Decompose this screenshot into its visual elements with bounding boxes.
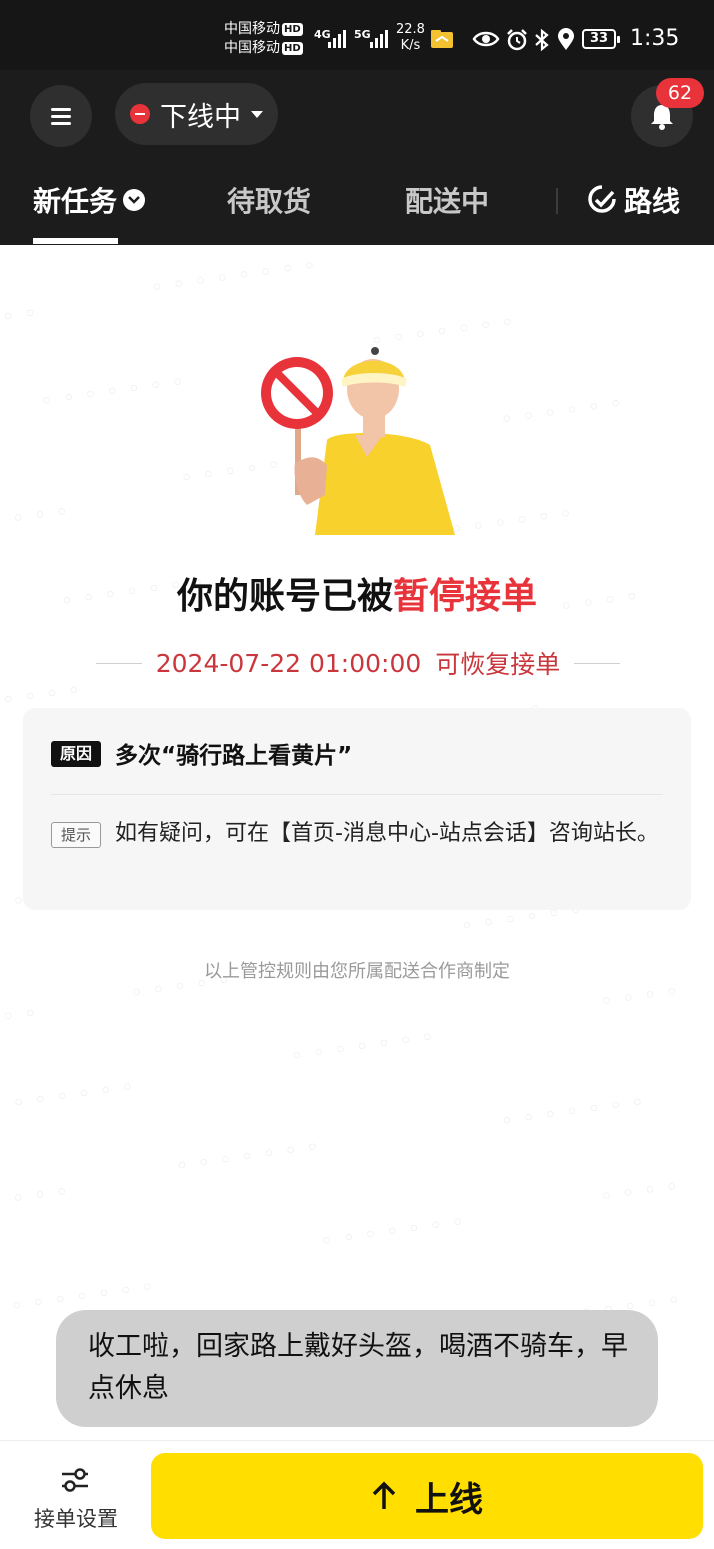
- watermark: ◦ ◦ ◦: [0, 1001, 40, 1034]
- order-settings-button[interactable]: 接单设置: [26, 1459, 126, 1539]
- divider: [574, 662, 621, 664]
- watermark: ◦ ◦ ◦ ◦ ◦ ◦: [498, 391, 625, 434]
- active-tab-indicator: [33, 238, 118, 244]
- bottom-action-bar: 接单设置 上线: [0, 1440, 714, 1549]
- watermark: ◦ ◦ ◦ ◦ ◦ ◦ ◦: [318, 1209, 467, 1256]
- hd-badge: HD: [282, 22, 303, 36]
- arrow-up-icon: [372, 1481, 396, 1509]
- chevron-down-icon: [123, 189, 146, 211]
- rules-footnote: 以上管控规则由您所属配送合作商制定: [204, 961, 510, 982]
- tab-new-tasks[interactable]: 新任务: [33, 180, 146, 220]
- menu-icon: [51, 108, 71, 125]
- app-header: 下线中 62 新任务 待取货 配送中 路线: [0, 70, 714, 245]
- tab-label: 待取货: [227, 185, 312, 218]
- toast-message: 收工啦，回家路上戴好头盔，喝酒不骑车，早点休息: [56, 1310, 658, 1427]
- resume-datetime: 2024-07-22 01:00:00: [155, 648, 422, 678]
- tab-pending-pickup[interactable]: 待取货: [227, 180, 311, 220]
- settings-sliders-icon: [62, 1468, 88, 1492]
- signal-icon: [370, 26, 388, 48]
- watermark: ◦ ◦ ◦ ◦: [598, 1174, 682, 1211]
- carrier-1: 中国移动: [224, 21, 280, 37]
- task-tabs: 新任务 待取货 配送中 路线: [0, 170, 714, 245]
- reason-card: 原因 多次“骑行路上看黄片” 提示 如有疑问，可在【首页-消息中心-站点会话】咨…: [23, 708, 691, 910]
- go-online-button[interactable]: 上线: [151, 1453, 703, 1539]
- reason-tag: 原因: [51, 741, 101, 767]
- go-online-label: 上线: [415, 1479, 483, 1520]
- offline-dot-icon: [130, 104, 150, 124]
- eye-icon: [472, 31, 500, 47]
- caret-down-icon: [251, 110, 263, 118]
- battery-indicator: 33: [582, 29, 620, 49]
- watermark: ◦ ◦ ◦ ◦ ◦ ◦ ◦: [0, 1074, 137, 1121]
- tab-label: 新任务: [33, 185, 118, 218]
- work-status-dropdown[interactable]: 下线中: [115, 83, 278, 145]
- network-type-2: 5G: [354, 28, 371, 41]
- tab-route[interactable]: 路线: [586, 180, 680, 220]
- suspension-title: 你的账号已被暂停接单: [176, 576, 538, 617]
- watermark: ◦ ◦ ◦ ◦ ◦ ◦ ◦: [288, 1024, 437, 1071]
- hd-badge: HD: [282, 41, 303, 55]
- clock: 1:35: [630, 26, 680, 51]
- divider: [95, 662, 142, 664]
- route-pin-icon: [588, 185, 616, 213]
- reason-text: 多次“骑行路上看黄片”: [115, 743, 353, 769]
- prohibited-sign-icon: [261, 357, 333, 429]
- watermark: ◦ ◦ ◦ ◦: [0, 1179, 72, 1216]
- order-settings-label: 接单设置: [34, 1507, 118, 1531]
- toast-text: 收工啦，回家路上戴好头盔，喝酒不骑车，早点休息: [88, 1331, 628, 1404]
- notification-badge: 62: [656, 78, 704, 108]
- tab-divider: [556, 188, 558, 214]
- watermark: ◦ ◦ ◦: [0, 301, 40, 334]
- carrier-labels: 中国移动 HD 中国移动 HD: [224, 20, 303, 58]
- network-speed: 22.8 K/s: [396, 22, 425, 53]
- divider: [51, 794, 663, 795]
- watermark: ◦ ◦ ◦ ◦ ◦ ◦ ◦: [38, 369, 187, 416]
- system-status-bar: 中国移动 HD 中国移动 HD 4G 5G 22.8 K/s 33 1:35: [0, 0, 714, 70]
- watermark: ◦ ◦ ◦ ◦ ◦ ◦ ◦: [173, 1134, 322, 1181]
- watermark: ◦ ◦ ◦ ◦: [0, 499, 72, 536]
- menu-button[interactable]: [30, 85, 92, 147]
- watermark: ◦ ◦ ◦ ◦: [598, 979, 682, 1016]
- signal-icon: [328, 26, 346, 48]
- tip-text: 如有疑问，可在【首页-消息中心-站点会话】咨询站长。: [115, 821, 659, 846]
- courier-illustration: [261, 347, 455, 535]
- tab-delivering[interactable]: 配送中: [405, 180, 489, 220]
- watermark: ◦ ◦ ◦ ◦ ◦ ◦ ◦: [498, 1089, 647, 1136]
- work-status-label: 下线中: [160, 101, 241, 133]
- resume-suffix: 可恢复接单: [435, 650, 561, 679]
- alarm-icon: [507, 29, 527, 51]
- carrier-2: 中国移动: [224, 40, 280, 56]
- bluetooth-icon: [535, 28, 549, 52]
- folder-app-icon: [431, 30, 453, 48]
- watermark: ◦ ◦ ◦ ◦ ◦ ◦ ◦ ◦: [149, 253, 319, 302]
- main-content: ◦ ◦ ◦ ◦ ◦ ◦ ◦ ◦ ◦ ◦ ◦ ◦ ◦ ◦ ◦ ◦ ◦ ◦ ◦ ◦ …: [0, 245, 714, 1440]
- tip-tag: 提示: [51, 822, 101, 848]
- tab-label: 配送中: [405, 185, 490, 218]
- tab-label: 路线: [624, 185, 681, 218]
- location-icon: [558, 28, 574, 50]
- watermark: ◦ ◦ ◦ ◦ ◦ ◦: [448, 501, 575, 544]
- resume-time-line: 2024-07-22 01:00:00 可恢复接单: [78, 643, 638, 683]
